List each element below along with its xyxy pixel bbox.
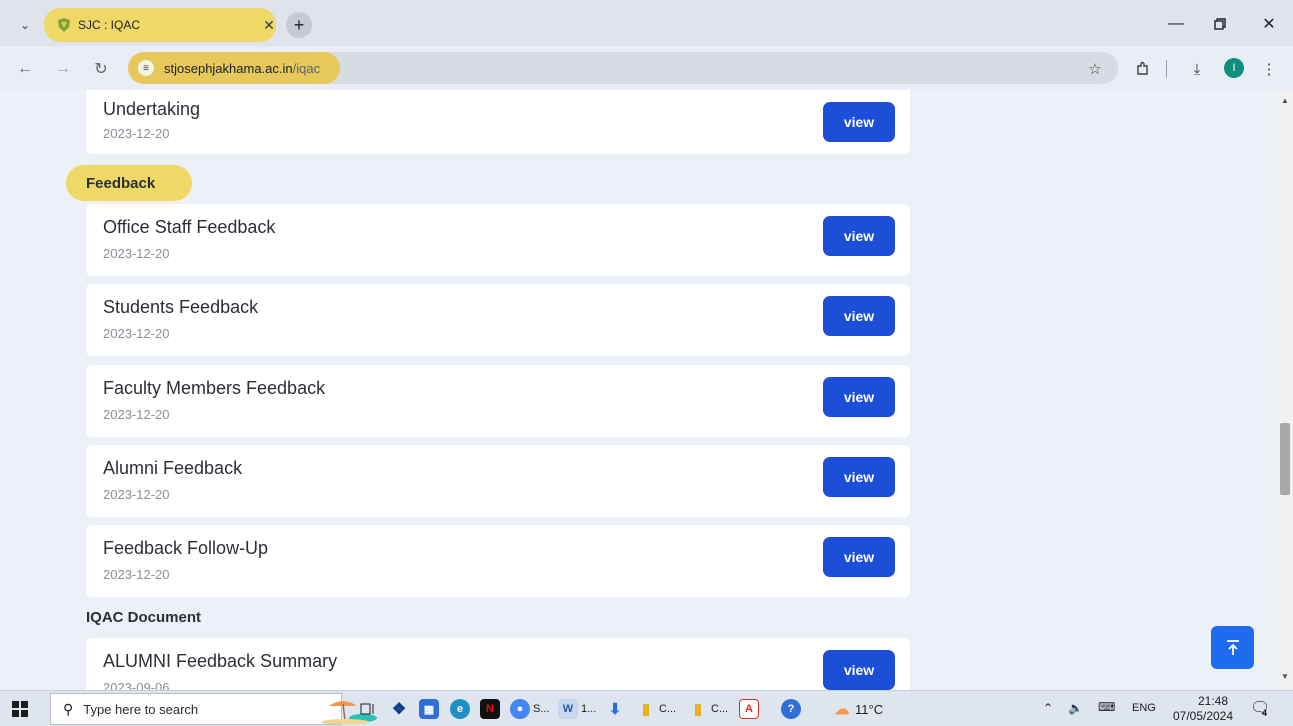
taskbar-app-label: C... — [659, 703, 677, 715]
tab-strip: ⌄ SJC : IQAC ✕ + — ✕ — [0, 0, 1293, 46]
item-date: 2023-12-20 — [103, 407, 170, 422]
tab-close-icon[interactable]: ✕ — [258, 14, 280, 36]
list-item: Students Feedback 2023-12-20 view — [86, 284, 910, 356]
bookmark-star-icon[interactable]: ☆ — [1084, 58, 1106, 80]
edge-icon[interactable]: e — [450, 697, 473, 721]
microsoft-store-icon[interactable]: ▦ — [419, 697, 442, 721]
windows-taskbar: ⚲ Type here to search ❖ ▦ e N ● S... W 1..… — [0, 690, 1293, 726]
item-title: ALUMNI Feedback Summary — [103, 651, 338, 671]
scroll-to-top-button[interactable] — [1211, 626, 1254, 669]
item-title: Office Staff Feedback — [103, 217, 276, 237]
clock-date[interactable]: 07/05/2024 — [1170, 709, 1236, 723]
url-text: stjosephjakhama.ac.in/iqac — [164, 61, 320, 76]
page-scrollbar[interactable]: ▲ ▼ — [1277, 90, 1293, 690]
back-icon[interactable]: ← — [14, 58, 36, 80]
taskbar-app-label: C... — [711, 703, 729, 715]
language-indicator[interactable]: ENG — [1132, 702, 1156, 714]
arrow-up-icon — [1226, 639, 1239, 655]
item-date: 2023-12-20 — [103, 126, 170, 141]
search-highlight-beach-icon — [321, 701, 377, 724]
view-button[interactable]: view — [823, 102, 895, 142]
browser-toolbar: ← → ↻ ≡ stjosephjakhama.ac.in/iqac ☆ ⤓ ⋮ — [0, 46, 1293, 90]
close-window-icon[interactable]: ✕ — [1254, 12, 1284, 36]
search-placeholder: Type here to search — [83, 701, 199, 717]
extensions-icon[interactable] — [1132, 58, 1154, 80]
tab-search-chevron-icon[interactable]: ⌄ — [14, 14, 36, 36]
weather-temperature: 11°C — [855, 701, 884, 717]
toolbar-divider — [1166, 60, 1167, 78]
taskbar-app-label: 1... — [581, 703, 597, 715]
site-info-icon[interactable]: ≡ — [138, 60, 154, 76]
notification-count-badge: 4 — [1262, 708, 1268, 718]
list-item: Undertaking 2023-12-20 view — [86, 90, 910, 154]
notifications-icon[interactable]: 🗨 — [1250, 698, 1270, 718]
scroll-down-arrow-icon[interactable]: ▼ — [1281, 672, 1289, 681]
minimize-icon[interactable]: — — [1161, 12, 1191, 36]
taskbar-app-word[interactable]: W 1... — [558, 697, 596, 721]
taskbar-app-chrome[interactable]: ● S... — [510, 697, 550, 721]
list-item: Office Staff Feedback 2023-12-20 view — [86, 204, 910, 276]
item-title: Alumni Feedback — [103, 458, 243, 478]
view-button[interactable]: view — [823, 650, 895, 690]
item-date: 2023-12-20 — [103, 567, 170, 582]
item-title: Feedback Follow-Up — [103, 538, 269, 558]
section-feedback-heading: Feedback — [66, 165, 192, 201]
taskbar-app-folder-1[interactable]: ▮ C... — [636, 697, 676, 721]
weather-icon[interactable]: ☁ 11°C — [832, 697, 884, 721]
view-button[interactable]: view — [823, 216, 895, 256]
view-button[interactable]: view — [823, 537, 895, 577]
task-view-icon[interactable] — [360, 697, 376, 721]
scroll-up-arrow-icon[interactable]: ▲ — [1281, 96, 1289, 105]
item-date: 2023-12-20 — [103, 246, 170, 261]
item-date: 2023-12-20 — [103, 487, 170, 502]
view-button[interactable]: view — [823, 377, 895, 417]
list-item: ALUMNI Feedback Summary 2023-09-06 view — [86, 638, 910, 690]
url-highlight[interactable]: ≡ stjosephjakhama.ac.in/iqac — [128, 52, 340, 84]
download-icon[interactable]: ⤓ — [1186, 58, 1208, 80]
url-path: /iqac — [292, 60, 321, 76]
speaker-muted-icon[interactable]: 🔈 — [1068, 701, 1083, 715]
list-item: Feedback Follow-Up 2023-12-20 view — [86, 525, 910, 597]
clock-time[interactable]: 21:48 — [1180, 694, 1246, 708]
windows-start-icon[interactable] — [12, 701, 28, 717]
restore-icon[interactable] — [1205, 12, 1235, 36]
taskbar-app-folder-2[interactable]: ▮ C... — [688, 697, 728, 721]
show-hidden-icons-chevron-icon[interactable]: ⌃ — [1043, 701, 1053, 715]
item-title: Undertaking — [103, 99, 201, 119]
pdf-reader-icon[interactable]: A — [739, 697, 762, 721]
tab-title: SJC : IQAC — [78, 18, 141, 32]
view-button[interactable]: view — [823, 296, 895, 336]
downloads-icon[interactable]: ⬇ — [605, 697, 628, 721]
item-date: 2023-12-20 — [103, 326, 170, 341]
list-item: Faculty Members Feedback 2023-12-20 view — [86, 365, 910, 437]
item-title: Students Feedback — [103, 297, 259, 317]
forward-icon[interactable]: → — [52, 58, 74, 80]
url-host: stjosephjakhama.ac.in — [164, 60, 293, 76]
item-date: 2023-09-06 — [103, 680, 170, 690]
taskbar-app-label: S... — [533, 703, 550, 715]
section-iqac-heading: IQAC Document — [86, 609, 202, 626]
search-icon: ⚲ — [63, 700, 74, 717]
taskbar-search-input[interactable]: ⚲ Type here to search — [50, 693, 377, 725]
netflix-icon[interactable]: N — [480, 697, 503, 721]
page-viewport: Undertaking 2023-12-20 view Feedback Off… — [0, 90, 1277, 690]
help-icon[interactable]: ? — [781, 697, 804, 721]
browser-tab[interactable]: SJC : IQAC — [44, 8, 276, 42]
profile-avatar[interactable]: I — [1224, 58, 1244, 78]
new-tab-button[interactable]: + — [286, 12, 312, 38]
view-button[interactable]: view — [823, 457, 895, 497]
address-bar[interactable]: ≡ stjosephjakhama.ac.in/iqac — [128, 52, 1118, 84]
list-item: Alumni Feedback 2023-12-20 view — [86, 445, 910, 517]
item-title: Faculty Members Feedback — [103, 378, 326, 398]
dropbox-icon[interactable]: ❖ — [389, 697, 412, 721]
site-favicon-icon — [56, 17, 72, 33]
menu-kebab-icon[interactable]: ⋮ — [1258, 58, 1280, 80]
keyboard-icon[interactable]: ⌨ — [1098, 700, 1115, 714]
scrollbar-thumb[interactable] — [1280, 423, 1290, 495]
reload-icon[interactable]: ↻ — [90, 58, 112, 80]
